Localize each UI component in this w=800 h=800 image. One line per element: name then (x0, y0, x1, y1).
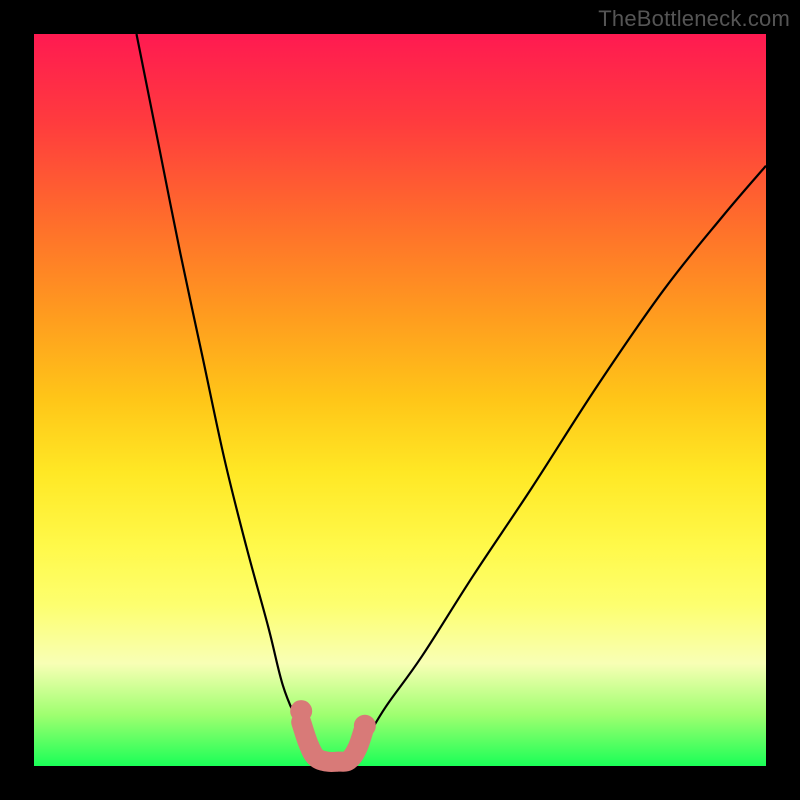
curve-right (349, 166, 766, 766)
optimal-range-end-dot (354, 715, 376, 737)
chart-frame: TheBottleneck.com (0, 0, 800, 800)
curve-left (136, 34, 319, 766)
chart-svg (34, 34, 766, 766)
watermark-text: TheBottleneck.com (598, 6, 790, 32)
optimal-range-start-dot (290, 700, 312, 722)
